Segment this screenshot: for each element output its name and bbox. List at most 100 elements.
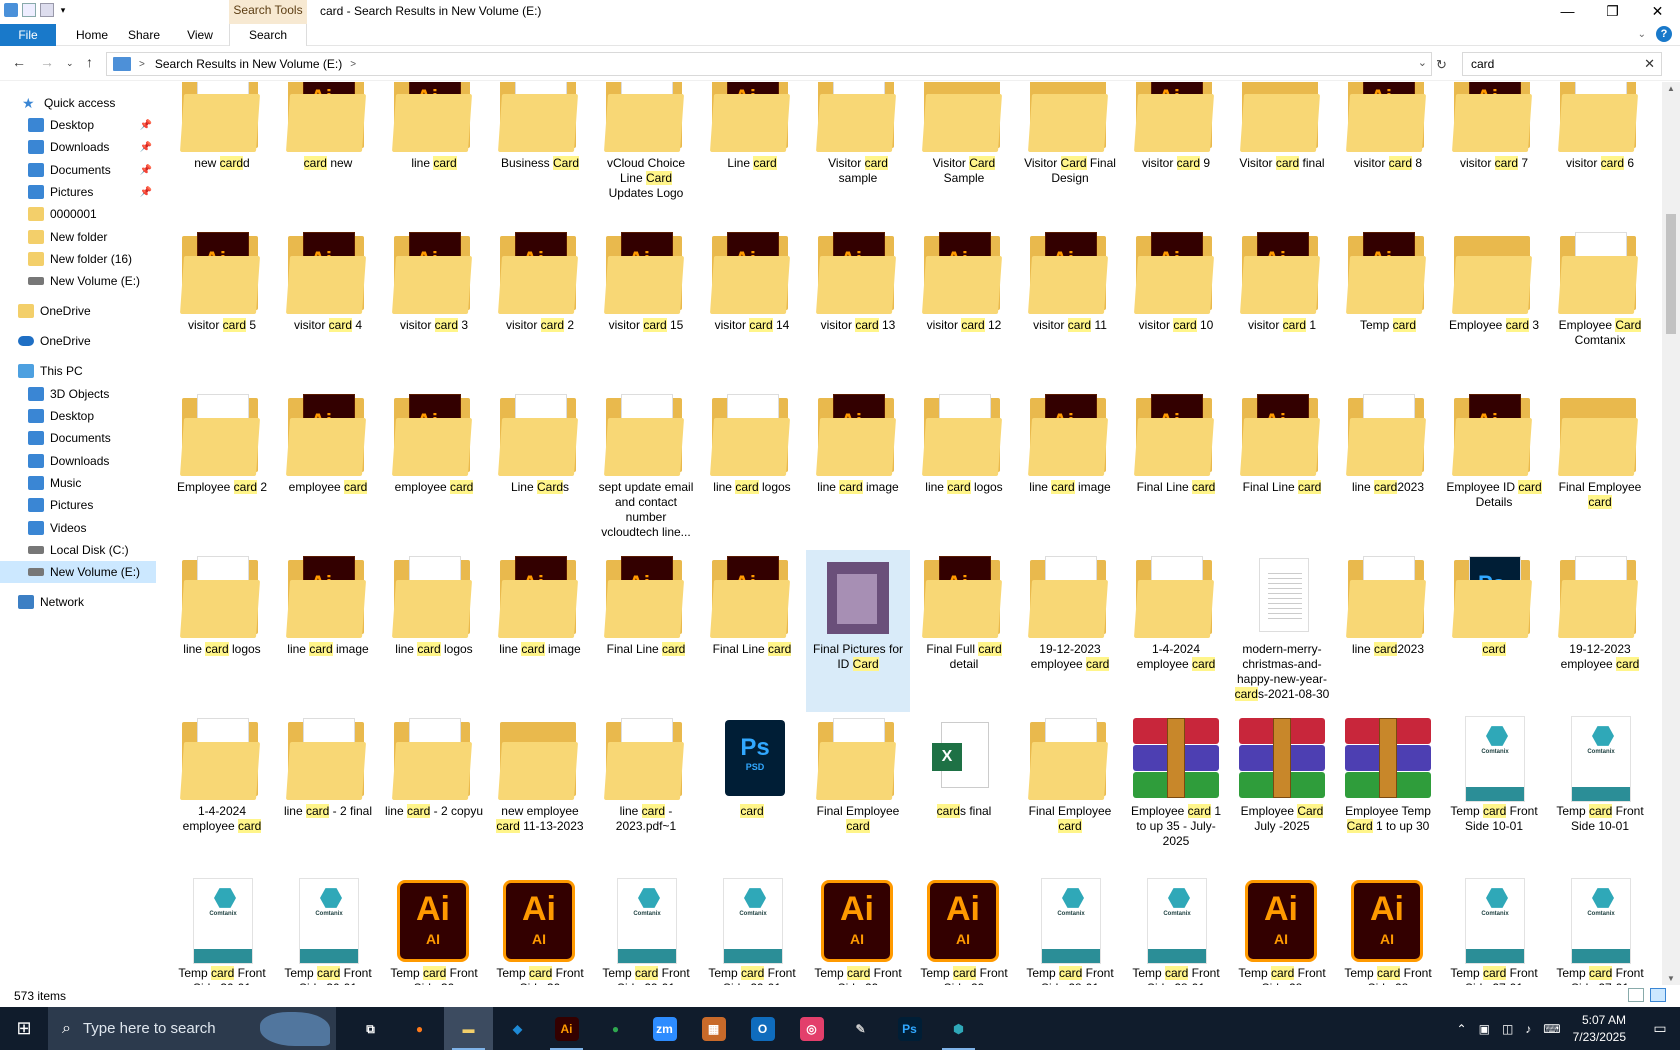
close-button[interactable]: ✕ <box>1635 0 1680 24</box>
file-item[interactable]: Final Employee card <box>1018 712 1122 874</box>
help-icon[interactable]: ? <box>1656 26 1672 42</box>
file-item[interactable]: Comtanix Temp card Front Side 27-01 <box>1548 874 1652 985</box>
taskbar-app-button[interactable]: ● <box>395 1007 444 1050</box>
file-item[interactable]: line card logos <box>700 388 804 550</box>
file-item[interactable]: line card2023 <box>1336 388 1440 550</box>
minimize-button[interactable]: — <box>1545 0 1590 24</box>
maximize-button[interactable]: ❐ <box>1590 0 1635 24</box>
taskbar-app-button[interactable]: Ps <box>885 1007 934 1050</box>
file-item[interactable]: AiAI Temp card Front Side 28 <box>1230 874 1334 985</box>
taskbar-app-button[interactable]: ⬢ <box>934 1007 983 1050</box>
nav-item[interactable]: OneDrive <box>0 330 156 352</box>
file-item[interactable]: new employee card 11-13-2023 <box>488 712 592 874</box>
taskbar-app-button[interactable]: ⧉ <box>346 1007 395 1050</box>
search-box[interactable]: card ✕ <box>1462 52 1662 76</box>
file-item[interactable]: visitor card 14 <box>700 226 804 388</box>
file-item[interactable]: line card logos <box>382 550 486 712</box>
file-item[interactable]: visitor card 1 <box>1230 226 1334 388</box>
scrollbar-thumb[interactable] <box>1666 214 1676 334</box>
file-item[interactable]: visitor card 9 <box>1124 82 1228 226</box>
file-item[interactable]: line card image <box>806 388 910 550</box>
file-item[interactable]: Xcards final <box>912 712 1016 874</box>
nav-item[interactable]: Desktop 📌 <box>0 114 156 136</box>
nav-item[interactable]: 3D Objects <box>0 383 156 405</box>
taskbar-app-button[interactable]: Ai <box>542 1007 591 1050</box>
network-status-icon[interactable]: ▣ <box>1479 1022 1490 1036</box>
file-item[interactable]: Line card <box>700 82 804 226</box>
nav-item[interactable]: OneDrive <box>0 300 156 322</box>
file-item[interactable]: 19-12-2023 employee card <box>1018 550 1122 712</box>
file-item[interactable]: 1-4-2024 employee card <box>1124 550 1228 712</box>
clock[interactable]: 5:07 AM 7/23/2025 <box>1573 1012 1626 1046</box>
nav-item[interactable]: Network <box>0 591 156 613</box>
file-item[interactable]: Employee Temp Card 1 to up 30 <box>1336 712 1440 874</box>
file-item[interactable]: visitor card 6 <box>1548 82 1652 226</box>
file-item[interactable]: line card - 2 copyu <box>382 712 486 874</box>
nav-item[interactable]: Downloads <box>0 450 156 472</box>
tab-home[interactable]: Home <box>66 24 118 46</box>
file-item[interactable]: line card image <box>1018 388 1122 550</box>
back-arrow-icon[interactable]: ← <box>12 54 26 70</box>
breadcrumb-separator-end[interactable]: > <box>350 59 356 70</box>
nav-item[interactable]: This PC <box>0 360 156 382</box>
large-icons-view-icon[interactable] <box>1650 988 1666 1002</box>
file-item[interactable]: Final Line card <box>1124 388 1228 550</box>
file-item[interactable]: visitor card 2 <box>488 226 592 388</box>
nav-item[interactable]: Pictures 📌 <box>0 181 156 203</box>
file-item[interactable]: Ps PSD card <box>700 712 804 874</box>
forward-arrow-icon[interactable]: → <box>40 54 54 70</box>
file-item[interactable]: sept update email and contact number vcl… <box>594 388 698 550</box>
file-item[interactable]: AiAI Temp card Front Side 30 <box>382 874 486 985</box>
file-item[interactable]: Visitor card sample <box>806 82 910 226</box>
volume-icon[interactable]: ♪ <box>1525 1022 1531 1036</box>
clear-search-icon[interactable]: ✕ <box>1644 56 1655 72</box>
file-item[interactable]: visitor card 12 <box>912 226 1016 388</box>
file-item[interactable]: Comtanix Temp card Front Side 28-01 <box>1018 874 1122 985</box>
taskbar-app-button[interactable]: ◎ <box>787 1007 836 1050</box>
file-item[interactable]: Comtanix Temp card Front Side 28-01 <box>1124 874 1228 985</box>
file-item[interactable]: Employee card 3 <box>1442 226 1546 388</box>
file-item[interactable]: 19-12-2023 employee card <box>1548 550 1652 712</box>
file-item[interactable]: Final Employee card <box>806 712 910 874</box>
file-item[interactable]: line card image <box>488 550 592 712</box>
nav-item[interactable]: Pictures <box>0 494 156 516</box>
file-item[interactable]: Final Line card <box>700 550 804 712</box>
search-input[interactable]: card <box>1471 57 1494 71</box>
file-item[interactable]: visitor card 7 <box>1442 82 1546 226</box>
file-item[interactable]: Employee Card Comtanix <box>1548 226 1652 388</box>
file-item[interactable]: card <box>1442 550 1546 712</box>
file-item[interactable]: visitor card 3 <box>382 226 486 388</box>
taskbar-app-button[interactable]: ✎ <box>836 1007 885 1050</box>
file-item[interactable]: modern-merry-christmas-and-happy-new-yea… <box>1230 550 1334 712</box>
taskbar-app-button[interactable]: O <box>738 1007 787 1050</box>
nav-item[interactable]: Downloads 📌 <box>0 136 156 158</box>
file-item[interactable]: Comtanix Temp card Front Side 29-01 <box>700 874 804 985</box>
wifi-icon[interactable]: ◫ <box>1502 1022 1513 1036</box>
file-item[interactable]: AiAI Temp card Front Side 28 <box>1336 874 1440 985</box>
taskbar-search-box[interactable]: ⌕ Type here to search <box>48 1007 336 1050</box>
file-item[interactable]: Temp card <box>1336 226 1440 388</box>
taskbar-app-button[interactable]: ◆ <box>493 1007 542 1050</box>
file-item[interactable]: Comtanix Temp card Front Side 30-01 <box>276 874 380 985</box>
file-item[interactable]: Comtanix Temp card Front Side 30-01 <box>170 874 274 985</box>
breadcrumb-current[interactable]: Search Results in New Volume (E:) <box>155 57 342 71</box>
nav-item[interactable]: New folder (16) <box>0 248 156 270</box>
tab-file[interactable]: File <box>0 24 56 46</box>
file-item[interactable]: line card <box>382 82 486 226</box>
nav-item[interactable]: Documents <box>0 427 156 449</box>
refresh-icon[interactable]: ↻ <box>1436 57 1447 73</box>
file-item[interactable]: Final Full card detail <box>912 550 1016 712</box>
file-item[interactable]: Employee ID card Details <box>1442 388 1546 550</box>
nav-item[interactable]: Music <box>0 472 156 494</box>
file-item[interactable]: employee card <box>382 388 486 550</box>
file-item[interactable]: visitor card 5 <box>170 226 274 388</box>
show-hidden-icons-chevron-icon[interactable]: ⌃ <box>1457 1022 1467 1036</box>
file-item[interactable]: Final Line card <box>594 550 698 712</box>
file-item[interactable]: line card - 2023.pdf~1 <box>594 712 698 874</box>
up-arrow-icon[interactable]: ↑ <box>86 54 93 70</box>
file-item[interactable]: line card image <box>276 550 380 712</box>
taskbar-app-button[interactable]: ● <box>591 1007 640 1050</box>
nav-item[interactable]: New Volume (E:) <box>0 270 156 292</box>
expand-ribbon-chevron-icon[interactable]: ⌄ <box>1638 29 1646 40</box>
tab-view[interactable]: View <box>172 24 228 46</box>
